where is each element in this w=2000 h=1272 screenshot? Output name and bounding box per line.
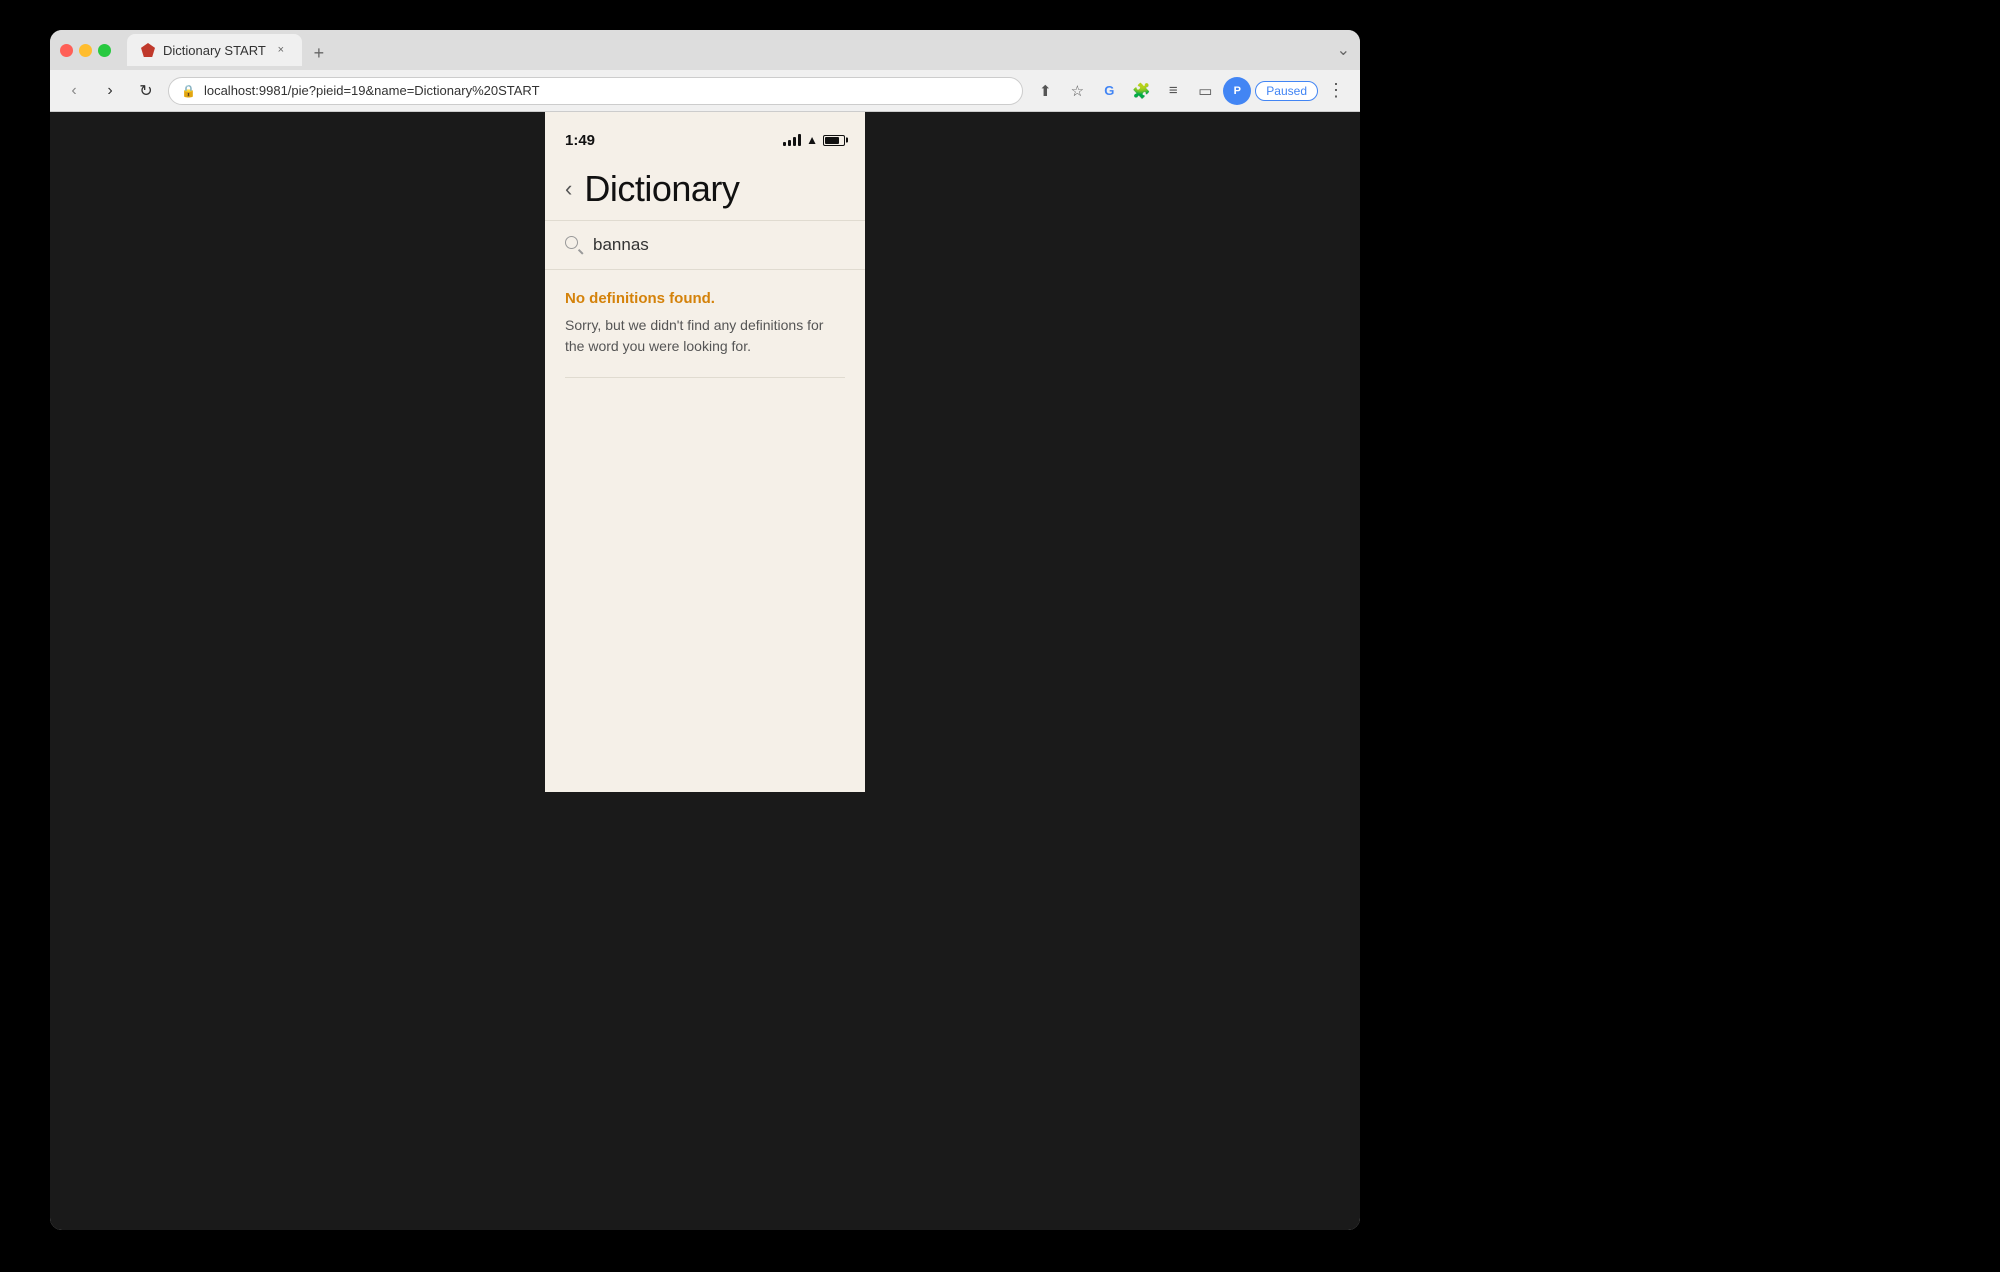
signal-bar-1 (783, 142, 786, 146)
reload-button[interactable]: ↻ (132, 77, 160, 105)
profile-initial: P (1234, 85, 1241, 97)
results-divider (565, 377, 845, 378)
active-tab[interactable]: Dictionary START × (127, 34, 302, 66)
extensions-button[interactable]: 🧩 (1127, 77, 1155, 105)
wifi-icon: ▲ (806, 133, 818, 147)
tab-bar: Dictionary START × + ⌄ (50, 30, 1360, 70)
battery-fill (825, 137, 839, 144)
tab-close-button[interactable]: × (274, 43, 288, 57)
signal-bars-icon (783, 134, 801, 146)
nav-actions: ⬆ ☆ G 🧩 ≡ ▭ P Paused ⋮ (1031, 77, 1350, 105)
remaining-space (545, 398, 865, 792)
status-time: 1:49 (565, 132, 595, 149)
app-title: Dictionary (584, 168, 739, 210)
profile-button[interactable]: P (1223, 77, 1251, 105)
back-button[interactable]: ‹ (60, 77, 88, 105)
search-area: bannas (545, 221, 865, 270)
back-button[interactable]: ‹ (565, 176, 572, 202)
share-button[interactable]: ⬆ (1031, 77, 1059, 105)
browser-window: Dictionary START × + ⌄ ‹ › ↻ 🔒 localhost… (50, 30, 1360, 1230)
signal-bar-3 (793, 137, 796, 146)
status-icons: ▲ (783, 133, 845, 147)
sidebar-button[interactable]: ▭ (1191, 77, 1219, 105)
results-area: No definitions found. Sorry, but we didn… (545, 270, 865, 398)
tab-overflow-button[interactable]: ⌄ (1337, 40, 1350, 60)
new-tab-button[interactable]: + (306, 40, 332, 66)
nav-bar: ‹ › ↻ 🔒 localhost:9981/pie?pieid=19&name… (50, 70, 1360, 112)
bookmark-button[interactable]: ☆ (1063, 77, 1091, 105)
signal-bar-2 (788, 140, 791, 146)
maximize-window-button[interactable] (98, 44, 111, 57)
app-header: ‹ Dictionary (545, 156, 865, 221)
signal-bar-4 (798, 134, 801, 146)
tab-title: Dictionary START (163, 43, 266, 58)
address-text: localhost:9981/pie?pieid=19&name=Diction… (204, 83, 1010, 98)
browser-menu-button[interactable]: ⋮ (1322, 77, 1350, 105)
forward-button[interactable]: › (96, 77, 124, 105)
search-icon (565, 236, 583, 254)
traffic-lights (60, 44, 111, 57)
minimize-window-button[interactable] (79, 44, 92, 57)
paused-button[interactable]: Paused (1255, 81, 1318, 101)
translate-button[interactable]: G (1095, 77, 1123, 105)
phone-frame: 1:49 ▲ ‹ Dictionary (545, 112, 865, 792)
close-window-button[interactable] (60, 44, 73, 57)
page-content: 1:49 ▲ ‹ Dictionary (50, 112, 1360, 1230)
no-definitions-body: Sorry, but we didn't find any definition… (565, 315, 845, 357)
search-circle (565, 236, 578, 249)
extensions-menu-button[interactable]: ≡ (1159, 77, 1187, 105)
battery-icon (823, 135, 845, 146)
no-definitions-title: No definitions found. (565, 290, 845, 307)
paused-label: Paused (1266, 84, 1307, 98)
lock-icon: 🔒 (181, 84, 196, 98)
address-bar[interactable]: 🔒 localhost:9981/pie?pieid=19&name=Dicti… (168, 77, 1023, 105)
tabs-area: Dictionary START × + (127, 34, 1329, 66)
search-handle (578, 248, 583, 253)
status-bar: 1:49 ▲ (545, 112, 865, 156)
search-input[interactable]: bannas (593, 235, 649, 255)
tab-favicon-icon (141, 43, 155, 57)
